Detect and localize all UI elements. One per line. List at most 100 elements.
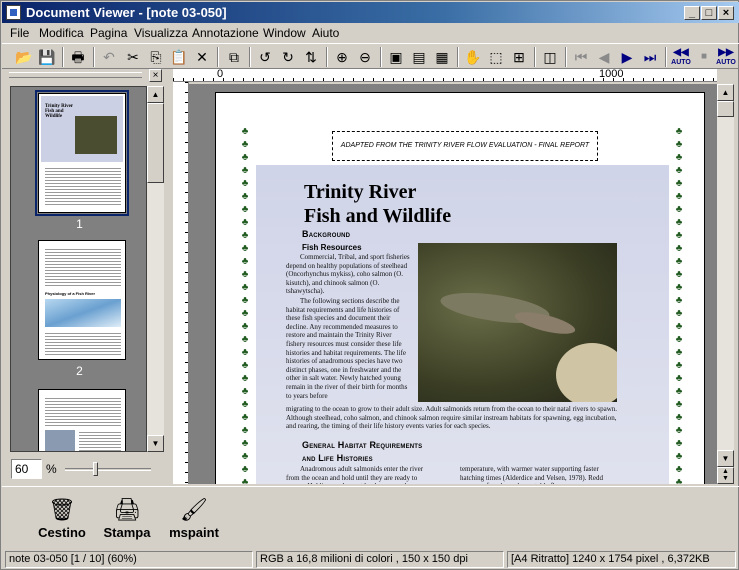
- menu-file[interactable]: File: [10, 26, 29, 40]
- article-panel: Trinity River Fish and Wildlife Backgrou…: [256, 165, 669, 484]
- toggle-panel-icon[interactable]: ◫: [540, 47, 560, 67]
- rock-shape: [556, 343, 617, 402]
- paint-brush-icon: 🖌: [180, 497, 208, 522]
- cut-icon[interactable]: ✂: [123, 47, 143, 67]
- trash-icon: 🗑: [48, 497, 76, 522]
- adapted-from-note: ADAPTED FROM THE TRINITY RIVER FLOW EVAL…: [332, 131, 598, 161]
- scroll-down-icon[interactable]: ▼: [147, 435, 164, 452]
- app-icon[interactable]: [6, 5, 21, 20]
- paragraph-4-left: Anadromous adult salmonids enter the riv…: [286, 465, 424, 484]
- scroll-up-icon[interactable]: ▲: [147, 86, 164, 103]
- thumbnail-scrollbar[interactable]: ▲ ▼: [147, 86, 164, 452]
- copy-icon[interactable]: ⎘: [146, 47, 166, 67]
- paste-icon[interactable]: 📋: [169, 47, 189, 67]
- select-zoom-icon[interactable]: ⊞: [509, 47, 529, 67]
- menu-window[interactable]: Window: [263, 26, 306, 40]
- delete-icon[interactable]: ✕: [192, 47, 212, 67]
- auto-rewind-button[interactable]: ◀◀ AUTO: [671, 47, 691, 67]
- thumbnail-page-3[interactable]: [38, 389, 126, 451]
- thumb-photo: [75, 116, 117, 154]
- actual-size-icon[interactable]: ▦: [432, 47, 452, 67]
- close-button[interactable]: ×: [718, 6, 734, 20]
- thumbnail-number-1: 1: [76, 217, 83, 231]
- thumbnail-number-2: 2: [76, 364, 83, 378]
- menu-pagina[interactable]: Pagina: [90, 26, 127, 40]
- thumbnail-page-2[interactable]: Physiology of a Fish River: [38, 240, 126, 360]
- thumb-text-lines: [45, 247, 121, 287]
- next-page-scroll-icon[interactable]: ▲ ▼: [717, 467, 734, 484]
- panel-grip[interactable]: [9, 72, 142, 78]
- flip-icon[interactable]: ⇅: [301, 47, 321, 67]
- thumbnail-list[interactable]: Trinity River Fish and Wildlife 1 Physio…: [10, 86, 147, 452]
- maximize-button[interactable]: □: [701, 6, 717, 20]
- scroll-down-icon[interactable]: ▼: [717, 450, 734, 467]
- thumbnail-zoom-unit: %: [46, 462, 57, 476]
- previous-page-icon[interactable]: ◀: [594, 47, 614, 67]
- general-habitat-heading: General Habitat Requirements: [302, 440, 423, 450]
- scroll-thumb[interactable]: [717, 101, 734, 117]
- scroll-up-icon[interactable]: ▲: [717, 84, 734, 101]
- document-scrollbar[interactable]: ▲ ▼ ▲ ▼: [717, 84, 734, 484]
- menu-aiuto[interactable]: Aiuto: [312, 26, 339, 40]
- rotate-left-icon[interactable]: ↺: [255, 47, 275, 67]
- thumbnail-page-1[interactable]: Trinity River Fish and Wildlife: [35, 90, 129, 216]
- auto-rewind-label: AUTO: [671, 59, 691, 66]
- paragraph-4-right: temperature, with warmer water supportin…: [460, 465, 603, 484]
- document-viewer-window: Document Viewer - [note 03-050] _ □ × Fi…: [0, 0, 739, 570]
- dock-item-stampa[interactable]: 🖨 Stampa: [97, 497, 157, 540]
- panel-close-button[interactable]: ×: [149, 69, 162, 82]
- scroll-thumb[interactable]: [147, 103, 164, 183]
- window-title: Document Viewer - [note 03-050]: [26, 5, 227, 20]
- menu-bar: File Modifica Pagina Visualizza Annotazi…: [2, 23, 739, 43]
- minimize-button[interactable]: _: [684, 6, 700, 20]
- first-page-icon[interactable]: ⏮: [571, 47, 591, 67]
- thumbnail-panel: × Trinity River Fish and Wildlife 1 Phys…: [7, 69, 164, 484]
- thumb-title: Physiology of a Fish River: [45, 291, 96, 296]
- open-folder-icon[interactable]: 📂: [14, 47, 34, 67]
- rotate-right-icon[interactable]: ↻: [278, 47, 298, 67]
- print-icon[interactable]: 🖶: [68, 47, 88, 67]
- fit-width-icon[interactable]: ▤: [409, 47, 429, 67]
- title-bar[interactable]: Document Viewer - [note 03-050] _ □ ×: [2, 2, 739, 23]
- select-area-icon[interactable]: ⬚: [486, 47, 506, 67]
- hand-tool-icon[interactable]: ✋: [463, 47, 483, 67]
- dock-item-cestino[interactable]: 🗑 Cestino: [32, 497, 92, 540]
- thumbnail-zoom-input[interactable]: 60: [11, 459, 42, 479]
- document-page: ♣ ♣ ♣ ♣ ♣ ♣ ♣ ♣ ♣ ♣ ♣ ♣ ♣ ♣ ♣ ♣ ♣ ♣ ♣ ♣ ♣ ♣ ♣ ♣ ♣ ♣ ♣ ♣ ♣ ♣ ♣ ♣ ♣ ♣ ♣ ♣ ♣ ♣ ♣…: [215, 92, 705, 484]
- last-page-icon[interactable]: ⏭: [640, 47, 660, 67]
- status-paper: [A4 Ritratto] 1240 x 1754 pixel , 6,372K…: [507, 551, 736, 568]
- thumbnail-zoom-slider-knob[interactable]: [93, 462, 98, 476]
- life-histories-heading: and Life Histories: [302, 453, 373, 463]
- thumb-diagram: [45, 299, 121, 327]
- ruler-ticks: [173, 78, 717, 81]
- status-file: note 03-050 [1 / 10] (60%): [5, 551, 253, 568]
- fit-page-icon[interactable]: ▣: [386, 47, 406, 67]
- dock-label: Cestino: [38, 525, 86, 540]
- menu-visualizza[interactable]: Visualizza: [134, 26, 188, 40]
- article-title-line2: Fish and Wildlife: [304, 205, 452, 227]
- ruler-mark-1000: 1000: [599, 69, 624, 80]
- dock-item-mspaint[interactable]: 🖌 mspaint: [164, 497, 224, 540]
- paragraph-1: Commercial, Tribal, and sport fisheries …: [286, 253, 410, 296]
- toolbar-separator: [534, 47, 536, 67]
- menu-modifica[interactable]: Modifica: [39, 26, 84, 40]
- thumb-photo: [45, 430, 75, 451]
- toolbar-separator: [665, 47, 667, 67]
- toolbar-separator: [380, 47, 382, 67]
- undo-icon[interactable]: ↶: [99, 47, 119, 67]
- printer-icon: 🖨: [113, 497, 141, 522]
- zoom-out-icon[interactable]: ⊖: [355, 47, 375, 67]
- save-icon[interactable]: 💾: [37, 47, 57, 67]
- duplicate-icon[interactable]: ⧉: [224, 47, 244, 67]
- document-viewport[interactable]: ♣ ♣ ♣ ♣ ♣ ♣ ♣ ♣ ♣ ♣ ♣ ♣ ♣ ♣ ♣ ♣ ♣ ♣ ♣ ♣ ♣ ♣ ♣ ♣ ♣ ♣ ♣ ♣ ♣ ♣ ♣ ♣ ♣ ♣ ♣ ♣ ♣ ♣ ♣…: [189, 84, 717, 484]
- stop-icon[interactable]: ■: [694, 47, 714, 67]
- auto-forward-button[interactable]: ▶▶ AUTO: [716, 47, 736, 67]
- next-page-icon[interactable]: ▶: [617, 47, 637, 67]
- menu-annotazione[interactable]: Annotazione: [192, 26, 259, 40]
- thumbnail-zoom-slider[interactable]: [65, 468, 151, 471]
- toolbar-separator: [326, 47, 328, 67]
- toolbar-separator: [565, 47, 567, 67]
- thumb-title: Trinity River Fish and Wildlife: [45, 104, 74, 119]
- dock-label: Stampa: [103, 525, 151, 540]
- zoom-in-icon[interactable]: ⊕: [332, 47, 352, 67]
